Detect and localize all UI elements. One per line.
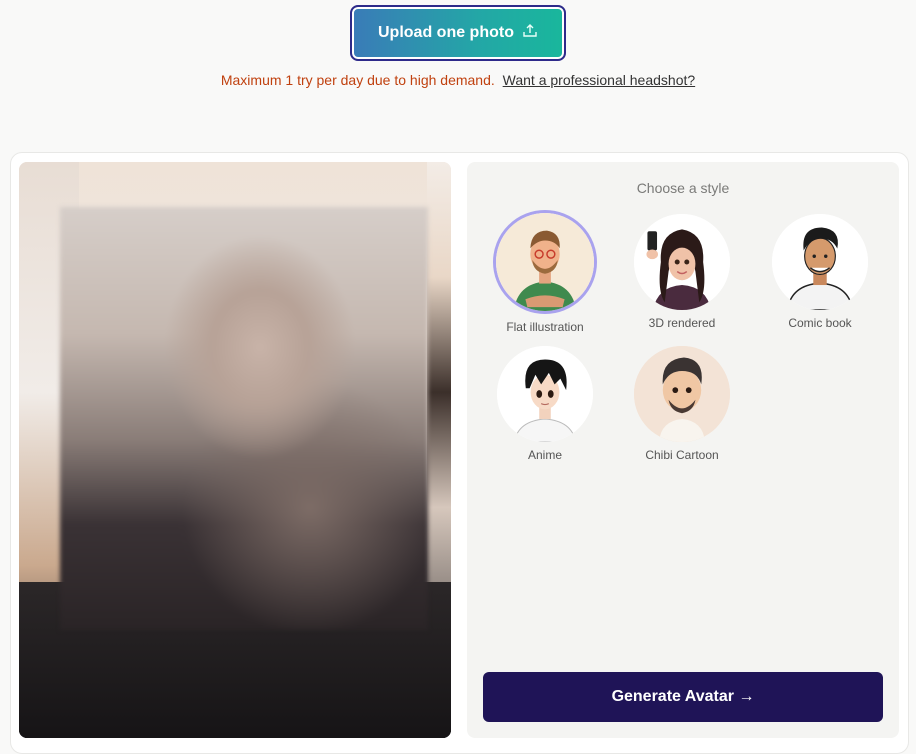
usage-limit-text: Maximum 1 try per day due to high demand… xyxy=(220,72,495,88)
generate-avatar-button[interactable]: Generate Avatar → xyxy=(483,672,883,722)
style-picker-panel: Choose a style Flat illustration 3D rend… xyxy=(467,162,899,738)
comic-book-thumbnail xyxy=(772,214,868,310)
style-option-label: Flat illustration xyxy=(506,320,584,334)
flat-illustration-thumbnail xyxy=(493,210,597,314)
style-option-label: 3D rendered xyxy=(648,316,716,330)
style-option-label: Anime xyxy=(527,448,562,462)
chibi-cartoon-thumbnail xyxy=(634,346,730,442)
3d-rendered-thumbnail xyxy=(634,214,730,310)
upload-button-label: Upload one photo xyxy=(378,24,514,41)
usage-notice: Maximum 1 try per day due to high demand… xyxy=(0,72,916,88)
style-option-anime[interactable]: Anime xyxy=(475,346,615,462)
upload-icon xyxy=(522,23,538,44)
anime-thumbnail xyxy=(497,346,593,442)
style-option-comic-book[interactable]: Comic book xyxy=(750,214,890,330)
style-option-3d-rendered[interactable]: 3D rendered xyxy=(612,214,752,330)
upload-photo-button[interactable]: Upload one photo xyxy=(350,5,566,61)
style-option-label: Chibi Cartoon xyxy=(645,448,719,462)
style-option-flat-illustration[interactable]: Flat illustration xyxy=(475,210,615,334)
professional-headshot-link[interactable]: Want a professional headshot? xyxy=(503,72,696,88)
style-option-label: Comic book xyxy=(788,316,852,330)
blurred-face-region xyxy=(60,207,428,630)
uploaded-photo-preview xyxy=(19,162,451,738)
style-option-chibi-cartoon[interactable]: Chibi Cartoon xyxy=(612,346,752,462)
style-picker-title: Choose a style xyxy=(636,180,730,196)
